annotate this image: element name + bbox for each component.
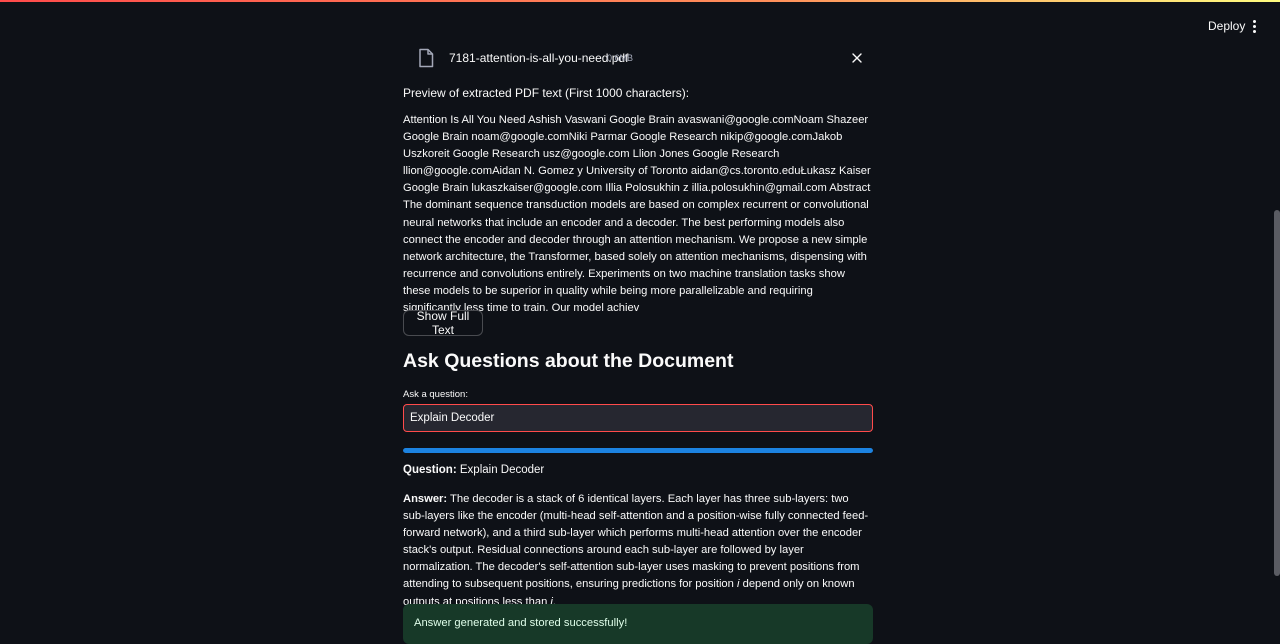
preview-text: Attention Is All You Need Ashish Vaswani… [403, 114, 871, 315]
progress-bar [403, 448, 873, 453]
preview-label: Preview of extracted PDF text (First 100… [403, 86, 690, 100]
question-display: Question: Explain Decoder [403, 464, 544, 476]
progress-fill [403, 448, 873, 453]
page-scrollbar[interactable] [1274, 210, 1280, 576]
question-text: Explain Decoder [459, 464, 545, 476]
file-icon [419, 48, 434, 68]
success-message: Answer generated and stored successfully… [414, 617, 628, 629]
close-icon[interactable] [849, 50, 865, 66]
answer-label: Answer: [403, 493, 448, 505]
answer-text-part-1: The decoder is a stack of 6 identical la… [403, 493, 869, 591]
uploaded-file-row: 7181-attention-is-all-you-need.pdf 0.6MB [403, 44, 873, 72]
question-input-label: Ask a question: [403, 389, 468, 400]
file-name: 7181-attention-is-all-you-need.pdf [449, 51, 629, 65]
success-alert: Answer generated and stored successfully… [403, 604, 873, 644]
question-label: Question: [403, 464, 457, 476]
file-size: 0.6MB [607, 53, 634, 63]
answer-display: Answer: The decoder is a stack of 6 iden… [403, 491, 873, 611]
show-full-text-button[interactable]: Show Full Text [403, 309, 483, 337]
kebab-menu-icon[interactable] [1246, 16, 1262, 36]
app-header: Deploy [0, 2, 1280, 48]
section-title: Ask Questions about the Document [403, 350, 734, 372]
question-input[interactable] [403, 404, 873, 432]
